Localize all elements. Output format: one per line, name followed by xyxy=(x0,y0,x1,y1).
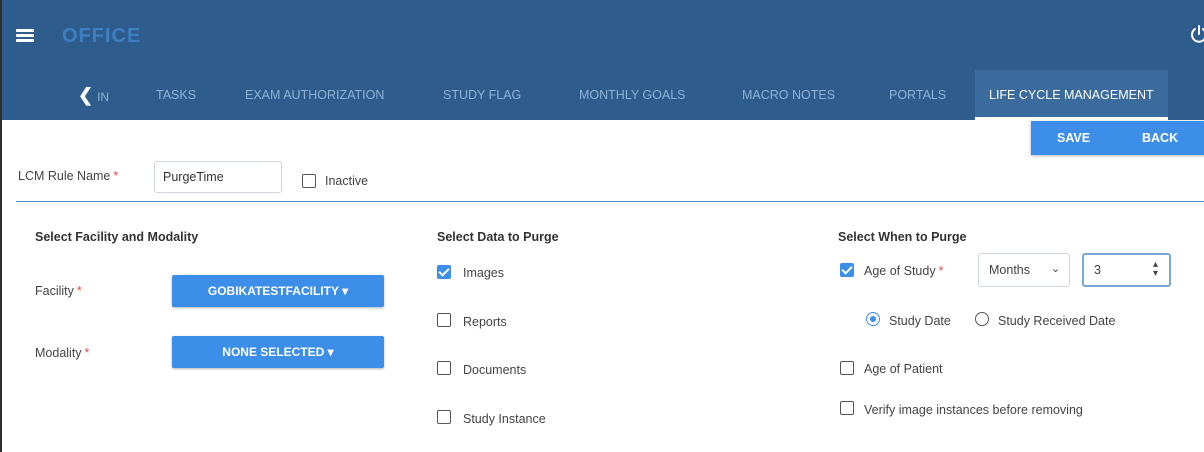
power-icon[interactable] xyxy=(1189,24,1204,44)
when-section-title: Select When to Purge xyxy=(838,230,967,244)
facility-label: Facility * xyxy=(35,284,82,298)
hamburger-menu-icon[interactable] xyxy=(16,29,34,42)
inactive-checkbox[interactable] xyxy=(302,174,316,188)
study-date-label: Study Date xyxy=(889,314,951,328)
brand-logo: OFFICE xyxy=(62,25,142,47)
modality-dropdown-value: NONE SELECTED xyxy=(222,345,325,359)
caret-down-icon: ▾ xyxy=(327,345,334,359)
age-of-patient-checkbox[interactable] xyxy=(840,361,854,375)
facility-label-text: Facility xyxy=(35,284,74,298)
images-label: Images xyxy=(463,266,504,280)
facility-dropdown[interactable]: GOBIKATESTFACILITY ▾ xyxy=(172,275,384,307)
data-section-title: Select Data to Purge xyxy=(437,230,559,244)
action-bar: SAVE BACK xyxy=(1031,121,1204,155)
tab-monthly-goals[interactable]: MONTHLY GOALS xyxy=(579,70,686,120)
tab-exam-authorization[interactable]: EXAM AUTHORIZATION xyxy=(245,70,384,120)
facility-dropdown-value: GOBIKATESTFACILITY xyxy=(207,284,339,298)
study-instance-label: Study Instance xyxy=(463,412,546,426)
tab-study-flag[interactable]: STUDY FLAG xyxy=(443,70,521,120)
required-marker: * xyxy=(113,169,119,183)
rule-name-input[interactable]: PurgeTime xyxy=(154,161,282,193)
modality-label-text: Modality xyxy=(35,346,82,360)
age-of-patient-label: Age of Patient xyxy=(864,362,943,376)
chevron-down-icon: ⌄ xyxy=(1051,263,1061,275)
age-of-study-label-text: Age of Study xyxy=(864,264,936,278)
inactive-label: Inactive xyxy=(325,174,369,188)
tab-portals[interactable]: PORTALS xyxy=(889,70,946,120)
documents-checkbox[interactable] xyxy=(437,361,451,375)
reports-label: Reports xyxy=(463,315,507,329)
verify-instances-label: Verify image instances before removing xyxy=(864,403,1083,417)
save-button[interactable]: SAVE xyxy=(1057,121,1090,155)
section-divider xyxy=(16,201,1204,202)
tab-tasks[interactable]: TASKS xyxy=(156,70,196,120)
images-checkbox[interactable] xyxy=(437,265,451,279)
verify-instances-checkbox[interactable] xyxy=(840,401,854,415)
age-amount-stepper[interactable]: 3 ▴ ▾ xyxy=(1082,253,1171,287)
documents-label: Documents xyxy=(463,363,527,377)
chevron-left-icon: ❮ xyxy=(78,85,94,105)
caret-down-icon: ▾ xyxy=(342,284,349,298)
rule-name-label-text: LCM Rule Name xyxy=(18,169,111,183)
study-date-radio[interactable] xyxy=(866,312,880,326)
required-marker: * xyxy=(76,284,82,298)
nav-back-label: IN xyxy=(97,90,110,104)
back-button[interactable]: BACK xyxy=(1142,121,1178,155)
tab-macro-notes[interactable]: MACRO NOTES xyxy=(742,70,835,120)
stepper-arrows-icon[interactable]: ▴ ▾ xyxy=(1153,260,1158,279)
tab-life-cycle-management[interactable]: LIFE CYCLE MANAGEMENT xyxy=(975,70,1168,120)
study-instance-checkbox[interactable] xyxy=(437,410,451,424)
study-received-date-radio[interactable] xyxy=(975,312,989,326)
top-header: OFFICE xyxy=(2,0,1204,70)
modality-label: Modality * xyxy=(35,346,89,360)
rule-name-label: LCM Rule Name * xyxy=(18,169,118,183)
age-unit-value: Months xyxy=(989,263,1030,277)
reports-checkbox[interactable] xyxy=(437,313,451,327)
nav-back-tab[interactable]: ❮ IN xyxy=(78,70,109,120)
age-of-study-checkbox[interactable] xyxy=(840,263,854,277)
required-marker: * xyxy=(938,264,944,278)
modality-dropdown[interactable]: NONE SELECTED ▾ xyxy=(172,336,384,368)
age-unit-select[interactable]: Months ⌄ xyxy=(978,253,1070,287)
app-frame: OFFICE ❮ IN TASKS EXAM AUTHORIZATION STUD… xyxy=(0,0,1204,452)
age-of-study-label: Age of Study * xyxy=(864,264,943,278)
age-amount-value: 3 xyxy=(1094,263,1101,277)
nav-tabs: ❮ IN TASKS EXAM AUTHORIZATION STUDY FLAG … xyxy=(2,70,1204,120)
study-received-date-label: Study Received Date xyxy=(998,314,1116,328)
required-marker: * xyxy=(84,346,90,360)
facility-section-title: Select Facility and Modality xyxy=(35,230,199,244)
